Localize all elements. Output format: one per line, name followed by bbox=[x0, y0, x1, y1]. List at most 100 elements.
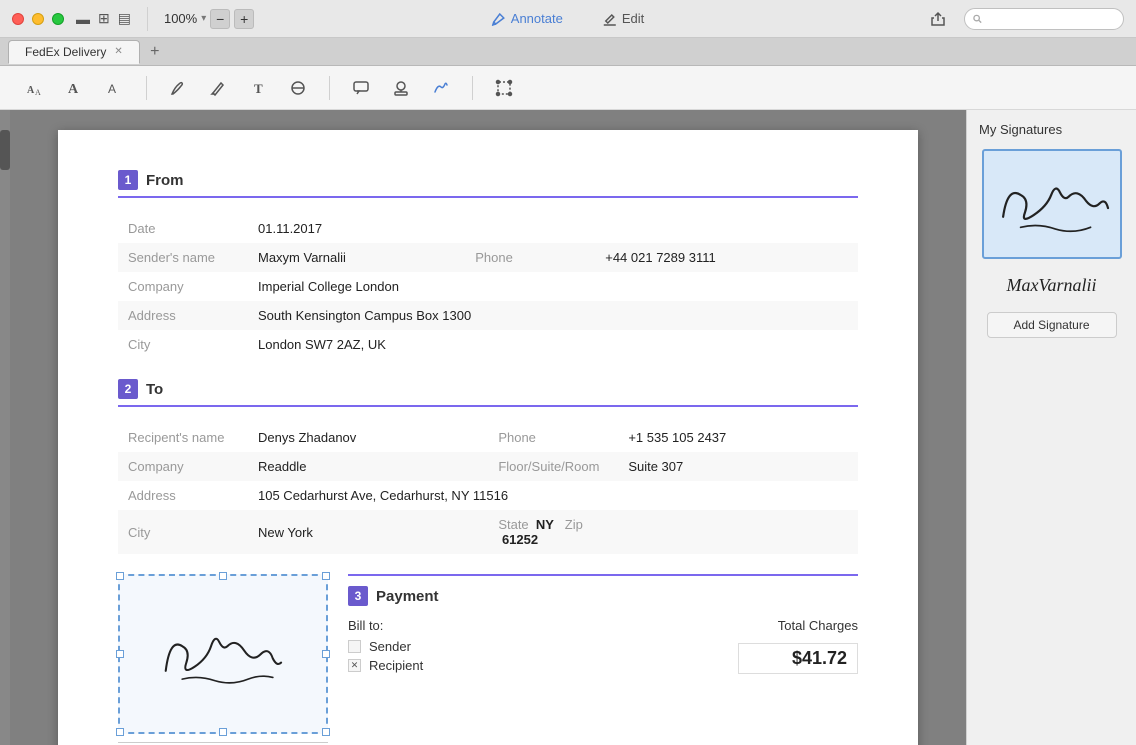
address-value: South Kensington Campus Box 1300 bbox=[248, 301, 858, 330]
svg-text:A: A bbox=[35, 88, 41, 97]
sender-name-value: Maxym Varnalii bbox=[248, 243, 465, 272]
annotation-tools-group bbox=[346, 73, 456, 103]
resize-handle-bl[interactable] bbox=[116, 728, 124, 736]
recipient-company-label: Company bbox=[118, 452, 248, 481]
traffic-lights bbox=[12, 13, 64, 25]
signature-thumbnail-image-1 bbox=[990, 156, 1112, 251]
zoom-control: 100% ▾ − + bbox=[164, 9, 254, 29]
add-signature-button[interactable]: Add Signature bbox=[987, 312, 1117, 338]
document-page: 1 From Date 01.11.2017 Sender's name Max… bbox=[58, 130, 918, 745]
company-value: Imperial College London bbox=[248, 272, 858, 301]
sender-option[interactable]: Sender bbox=[348, 639, 423, 654]
new-tab-button[interactable]: + bbox=[144, 41, 166, 63]
scrollbar-thumb bbox=[0, 130, 10, 170]
floor-value: Suite 307 bbox=[618, 452, 858, 481]
company-label: Company bbox=[118, 272, 248, 301]
payment-number: 3 bbox=[348, 586, 368, 606]
city-label: City bbox=[118, 330, 248, 359]
resize-handle-ml[interactable] bbox=[116, 650, 124, 658]
resize-handle-br[interactable] bbox=[322, 728, 330, 736]
separator bbox=[147, 7, 148, 31]
annotate-button[interactable]: Annotate bbox=[484, 8, 571, 29]
sender-label: Sender bbox=[369, 639, 411, 654]
svg-text:T: T bbox=[254, 81, 263, 96]
stamp-tool-button[interactable] bbox=[386, 73, 416, 103]
bill-to-label: Bill to: bbox=[348, 618, 383, 633]
search-box[interactable] bbox=[964, 8, 1124, 30]
tab-close-icon[interactable]: ✕ bbox=[114, 46, 122, 57]
annotate-label: Annotate bbox=[511, 11, 563, 26]
recipient-city-label: City bbox=[118, 510, 248, 554]
share-button[interactable] bbox=[924, 5, 952, 33]
text-tool-button[interactable]: T bbox=[243, 73, 273, 103]
section-from-title: From bbox=[146, 172, 184, 189]
text-size-1-button[interactable]: A A bbox=[20, 73, 50, 103]
state-value: NY bbox=[536, 517, 554, 532]
payment-header: 3 Payment bbox=[348, 586, 858, 606]
signature-tool-button[interactable] bbox=[426, 73, 456, 103]
edit-label: Edit bbox=[622, 11, 644, 26]
recipient-option[interactable]: ✕ Recipient bbox=[348, 658, 423, 673]
section-to-title: To bbox=[146, 381, 163, 398]
close-button[interactable] bbox=[12, 13, 24, 25]
pencil-tool-button[interactable] bbox=[203, 73, 233, 103]
date-label: Date bbox=[118, 214, 248, 243]
comment-tool-button[interactable] bbox=[346, 73, 376, 103]
zoom-dropdown-icon[interactable]: ▾ bbox=[201, 13, 206, 24]
payment-options-row: Sender ✕ Recipient $41.72 bbox=[348, 639, 858, 677]
shape-tool-button[interactable] bbox=[283, 73, 313, 103]
table-row: Address South Kensington Campus Box 1300 bbox=[118, 301, 858, 330]
from-table: Date 01.11.2017 Sender's name Maxym Varn… bbox=[118, 214, 858, 359]
sidebar-toggle-icon[interactable]: ▬ bbox=[76, 11, 90, 27]
signature-area: SIGNATURE bbox=[118, 574, 328, 745]
resize-handle-tr[interactable] bbox=[322, 572, 330, 580]
tab-fedex-delivery[interactable]: FedEx Delivery ✕ bbox=[8, 40, 140, 64]
grid-view-icon[interactable]: ⊞ bbox=[98, 10, 110, 27]
resize-handle-bm[interactable] bbox=[219, 728, 227, 736]
selection-tool-button[interactable] bbox=[489, 73, 519, 103]
list-view-icon[interactable]: ▤ bbox=[118, 10, 131, 27]
titlebar: ▬ ⊞ ▤ 100% ▾ − + Annotate Edit bbox=[0, 0, 1136, 38]
text-font-button[interactable]: A bbox=[60, 73, 90, 103]
recipient-address-label: Address bbox=[118, 481, 248, 510]
zoom-out-button[interactable]: − bbox=[210, 9, 230, 29]
tabbar: FedEx Delivery ✕ + bbox=[0, 38, 1136, 66]
resize-handle-tl[interactable] bbox=[116, 572, 124, 580]
sender-checkbox[interactable] bbox=[348, 640, 361, 653]
signature-text-sample[interactable]: MaxVarnalii bbox=[1007, 275, 1097, 296]
maximize-button[interactable] bbox=[52, 13, 64, 25]
table-row: Recipent's name Denys Zhadanov Phone +1 … bbox=[118, 423, 858, 452]
left-scrollbar[interactable] bbox=[0, 110, 10, 745]
sep2 bbox=[329, 76, 330, 100]
zoom-in-button[interactable]: + bbox=[234, 9, 254, 29]
titlebar-center: Annotate Edit bbox=[484, 8, 652, 29]
edit-button[interactable]: Edit bbox=[595, 8, 652, 29]
resize-handle-tm[interactable] bbox=[219, 572, 227, 580]
amount-value: $41.72 bbox=[792, 648, 847, 668]
toolbar: A A A A T bbox=[0, 66, 1136, 110]
recipient-phone-value: +1 535 105 2437 bbox=[618, 423, 858, 452]
payment-bill-header: Bill to: Total Charges bbox=[348, 618, 858, 633]
text-format-button[interactable]: A bbox=[100, 73, 130, 103]
signature-image bbox=[141, 592, 306, 717]
section-to-header: 2 To bbox=[118, 379, 858, 407]
payment-section: 3 Payment Bill to: Total Charges Sender bbox=[348, 574, 858, 745]
signature-box[interactable] bbox=[118, 574, 328, 734]
search-input[interactable] bbox=[986, 12, 1115, 26]
city-value: London SW7 2AZ, UK bbox=[248, 330, 858, 359]
amount-box: $41.72 bbox=[738, 643, 858, 674]
pen-tool-button[interactable] bbox=[163, 73, 193, 103]
minimize-button[interactable] bbox=[32, 13, 44, 25]
table-row: Company Readdle Floor/Suite/Room Suite 3… bbox=[118, 452, 858, 481]
date-value: 01.11.2017 bbox=[248, 214, 858, 243]
resize-handle-mr[interactable] bbox=[322, 650, 330, 658]
address-label: Address bbox=[118, 301, 248, 330]
signature-thumbnail-1[interactable] bbox=[982, 149, 1122, 259]
tab-title: FedEx Delivery bbox=[25, 45, 106, 59]
document-area[interactable]: 1 From Date 01.11.2017 Sender's name Max… bbox=[10, 110, 966, 745]
svg-text:A: A bbox=[108, 82, 116, 96]
zoom-value: 100% bbox=[164, 11, 197, 26]
recipient-checkbox[interactable]: ✕ bbox=[348, 659, 361, 672]
svg-text:A: A bbox=[68, 82, 79, 97]
zip-value: 61252 bbox=[502, 532, 538, 547]
